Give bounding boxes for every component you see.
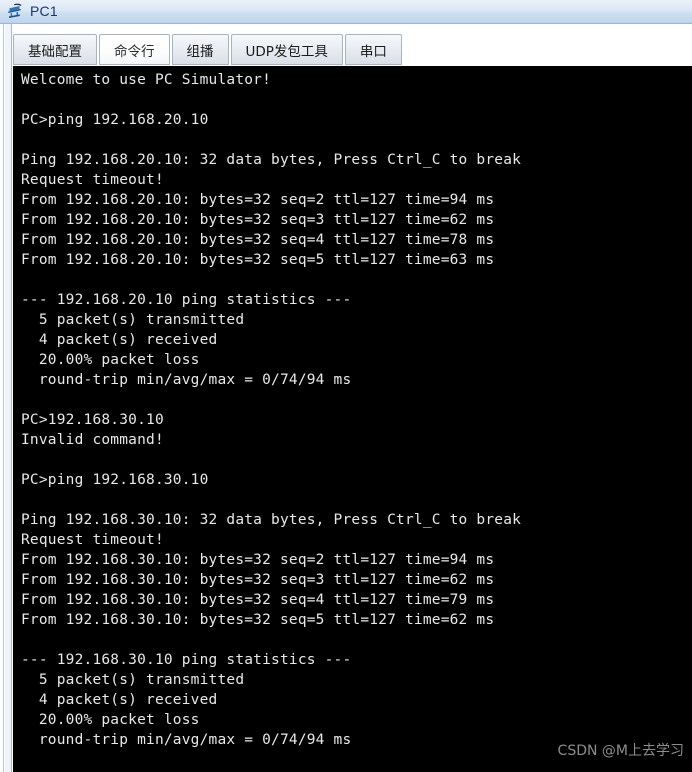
terminal-line: Invalid command! — [21, 432, 164, 448]
tab-bar: 基础配置 命令行 组播 UDP发包工具 串口 — [13, 34, 692, 67]
tab-label: 命令行 — [114, 43, 155, 60]
terminal-line: round-trip min/avg/max = 0/74/94 ms — [21, 372, 352, 388]
terminal-line: From 192.168.30.10: bytes=32 seq=4 ttl=1… — [21, 592, 495, 608]
terminal-line: 4 packet(s) received — [21, 332, 218, 348]
window-titlebar: PC1 — [0, 0, 692, 24]
tab-basic-config[interactable]: 基础配置 — [13, 34, 97, 65]
terminal-line: 5 packet(s) transmitted — [21, 672, 245, 688]
tab-label: 组播 — [186, 43, 214, 60]
terminal-line: 20.00% packet loss — [21, 712, 200, 728]
terminal-line: round-trip min/avg/max = 0/74/94 ms — [21, 732, 352, 748]
terminal-line: 5 packet(s) transmitted — [21, 312, 245, 328]
tab-udp-packet-tool[interactable]: UDP发包工具 — [230, 34, 343, 65]
terminal-line: --- 192.168.20.10 ping statistics --- — [21, 292, 352, 308]
terminal-line: Ping 192.168.20.10: 32 data bytes, Press… — [21, 152, 522, 168]
terminal-line: PC>192.168.30.10 — [21, 412, 164, 428]
tab-serial-port[interactable]: 串口 — [344, 34, 402, 65]
terminal-line: Request timeout! — [21, 532, 164, 548]
window-body: 基础配置 命令行 组播 UDP发包工具 串口 Welcome to use PC Sim… — [0, 24, 692, 772]
terminal-output: Welcome to use PC Simulator! PC>ping 192.… — [13, 66, 692, 770]
terminal-line: From 192.168.20.10: bytes=32 seq=3 ttl=1… — [21, 212, 495, 228]
terminal-line: From 192.168.30.10: bytes=32 seq=3 ttl=1… — [21, 572, 495, 588]
window-left-frame — [0, 24, 4, 772]
terminal-line: From 192.168.30.10: bytes=32 seq=5 ttl=1… — [21, 612, 495, 628]
terminal-line: From 192.168.30.10: bytes=32 seq=2 ttl=1… — [21, 552, 495, 568]
window-left-gutter — [5, 24, 12, 772]
tab-label: 串口 — [359, 43, 387, 60]
window-title: PC1 — [30, 3, 58, 19]
terminal-line: From 192.168.20.10: bytes=32 seq=4 ttl=1… — [21, 232, 495, 248]
terminal-line: PC>ping 192.168.20.10 — [21, 112, 209, 128]
tab-multicast[interactable]: 组播 — [171, 34, 229, 65]
pc1-simulator-window: PC1 基础配置 命令行 组播 UDP发包工具 串口 Welcome to use PC… — [0, 0, 692, 772]
terminal-line: 4 packet(s) received — [21, 692, 218, 708]
terminal-line: --- 192.168.30.10 ping statistics --- — [21, 652, 352, 668]
pc-device-icon — [8, 3, 22, 18]
tab-label: 基础配置 — [28, 43, 82, 60]
terminal-line: 20.00% packet loss — [21, 352, 200, 368]
terminal-line: From 192.168.20.10: bytes=32 seq=5 ttl=1… — [21, 252, 495, 268]
terminal-line: Welcome to use PC Simulator! — [21, 72, 272, 88]
terminal-line: Ping 192.168.30.10: 32 data bytes, Press… — [21, 512, 522, 528]
terminal-line: Request timeout! — [21, 172, 164, 188]
terminal-line: From 192.168.20.10: bytes=32 seq=2 ttl=1… — [21, 192, 495, 208]
command-line-terminal[interactable]: Welcome to use PC Simulator! PC>ping 192.… — [13, 66, 692, 772]
terminal-line: PC>ping 192.168.30.10 — [21, 472, 209, 488]
tab-command-line[interactable]: 命令行 — [99, 34, 170, 65]
tab-label: UDP发包工具 — [245, 43, 328, 60]
